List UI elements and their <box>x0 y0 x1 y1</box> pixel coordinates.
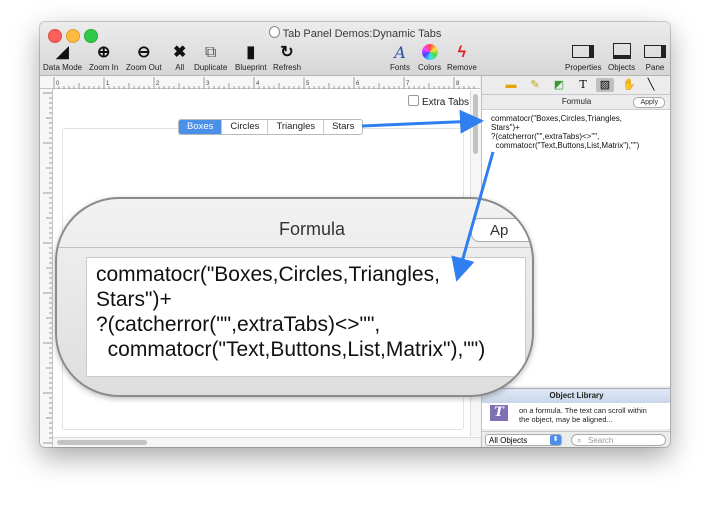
arrow-tabs-to-formula <box>361 109 484 134</box>
annotation-arrows <box>361 109 495 282</box>
arrow-formula-to-callout <box>451 151 495 282</box>
